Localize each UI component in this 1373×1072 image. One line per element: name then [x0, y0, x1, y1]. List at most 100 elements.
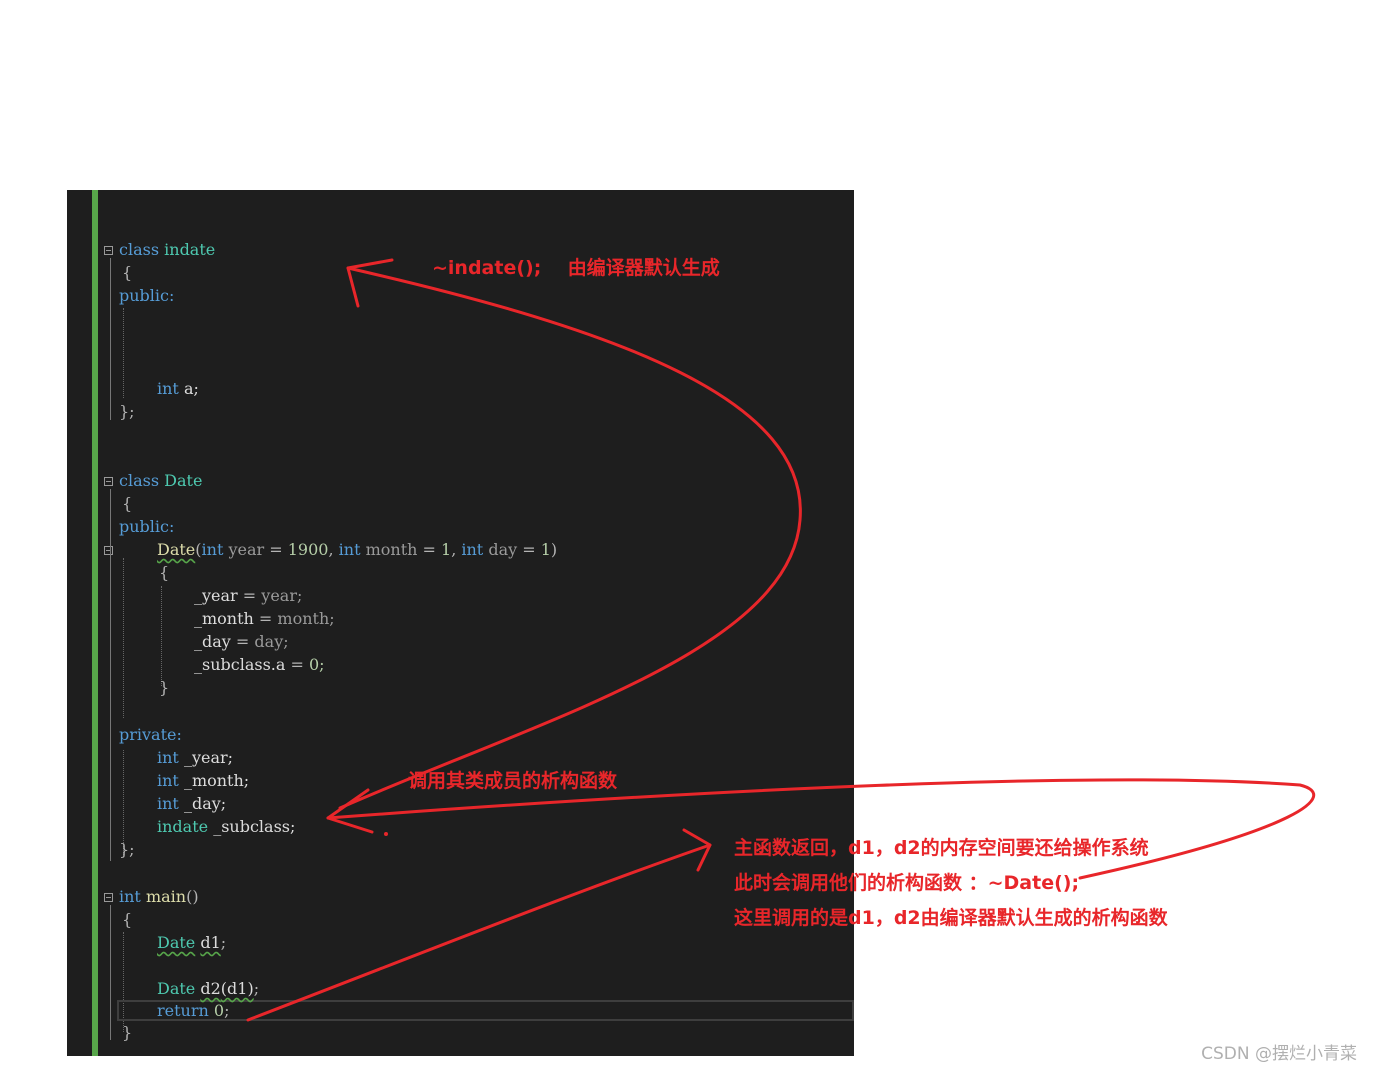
brace: { — [159, 563, 170, 582]
number: 0 — [213, 1001, 225, 1020]
param-ref: year; — [261, 586, 303, 605]
code-line[interactable]: { — [159, 562, 169, 584]
paren: () — [186, 887, 199, 906]
code-line[interactable]: return 0; — [157, 1000, 229, 1022]
collapse-icon[interactable] — [104, 546, 113, 555]
code-line[interactable]: int _day; — [157, 793, 226, 815]
annotation-member-destructor: 调用其类成员的析构函数 — [408, 770, 618, 792]
member-name: a; — [183, 379, 199, 398]
code-line[interactable]: private: — [119, 724, 182, 746]
operator: = — [230, 632, 255, 651]
code-line[interactable]: }; — [119, 401, 135, 423]
code-line[interactable]: }; — [119, 839, 135, 861]
class-name: Date — [164, 471, 203, 490]
member-ref: _month — [194, 609, 254, 628]
comma: , — [451, 540, 462, 559]
variable-name: d1 — [200, 933, 221, 952]
code-line[interactable]: int _year; — [157, 747, 233, 769]
operator: = — [517, 540, 541, 559]
indent-guide — [123, 308, 124, 398]
keyword-return: return — [157, 1001, 209, 1020]
code-line[interactable]: Date d1; — [157, 932, 226, 954]
code-line[interactable]: indate _subclass; — [157, 816, 295, 838]
comma: , — [328, 540, 339, 559]
outline-guide — [110, 258, 111, 420]
code-line[interactable]: class Date — [119, 470, 202, 492]
param-ref: month; — [277, 609, 335, 628]
type-keyword: int — [119, 887, 141, 906]
semicolon: ; — [220, 933, 227, 952]
annotation-default-destructor: ~indate(); 由编译器默认生成 — [432, 257, 720, 279]
code-line[interactable]: int a; — [157, 378, 199, 400]
brace: { — [122, 910, 133, 929]
member-ref: _day — [194, 632, 231, 651]
code-line[interactable]: _subclass.a = 0; — [194, 654, 325, 676]
operator: = — [253, 609, 278, 628]
type-keyword: int — [157, 748, 179, 767]
code-line[interactable]: { — [122, 909, 132, 931]
number: 1 — [441, 540, 452, 559]
class-name: indate — [157, 817, 209, 836]
code-line[interactable]: int main() — [119, 886, 199, 908]
indent-guide — [123, 558, 124, 718]
brace: { — [122, 494, 133, 513]
code-line[interactable]: _year = year; — [194, 585, 302, 607]
field-name: _year; — [178, 748, 234, 767]
access-specifier: public: — [119, 517, 175, 536]
keyword-class: class — [119, 471, 160, 490]
field-name: _month; — [178, 771, 250, 790]
type-keyword: int — [157, 379, 179, 398]
type-keyword: int — [201, 540, 224, 559]
number: 1 — [540, 540, 551, 559]
code-line[interactable]: } — [159, 677, 169, 699]
field-name: _day; — [178, 794, 227, 813]
access-specifier: private: — [119, 725, 182, 744]
type-keyword: int — [157, 794, 179, 813]
code-line[interactable]: public: — [119, 285, 174, 307]
collapse-icon[interactable] — [104, 893, 113, 902]
code-line[interactable]: } — [122, 1022, 132, 1044]
code-line[interactable]: class indate — [119, 239, 215, 261]
type-keyword: int — [157, 771, 179, 790]
field-name: _subclass; — [208, 817, 296, 836]
keyword-class: class — [119, 240, 160, 259]
type-keyword: int — [338, 540, 361, 559]
brace: }; — [119, 402, 135, 421]
member-ref: _subclass.a — [194, 655, 286, 674]
collapse-icon[interactable] — [104, 246, 113, 255]
number: 1900 — [287, 540, 329, 559]
code-line[interactable]: public: — [119, 516, 174, 538]
member-ref: _year — [194, 586, 238, 605]
watermark: CSDN @摆烂小青菜 — [1201, 1044, 1357, 1064]
code-line[interactable]: { — [122, 493, 132, 515]
param: month — [365, 540, 418, 559]
paren: ) — [550, 540, 558, 559]
brace: { — [122, 263, 133, 282]
constructor-name: Date — [157, 540, 196, 559]
outline-guide — [110, 905, 111, 1040]
code-line[interactable]: Date d2(d1); — [157, 978, 259, 1000]
operator: = — [417, 540, 442, 559]
class-name: Date — [157, 933, 196, 952]
brace: } — [159, 678, 170, 697]
function-name: main — [145, 887, 187, 906]
code-line[interactable]: int _month; — [157, 770, 249, 792]
param: day — [488, 540, 518, 559]
code-line[interactable]: _day = day; — [194, 631, 289, 653]
semicolon: ; — [224, 1001, 230, 1020]
param-ref: day; — [254, 632, 289, 651]
access-specifier: public: — [119, 286, 175, 305]
code-line[interactable]: Date(int year = 1900, int month = 1, int… — [157, 539, 557, 561]
semicolon: ; — [253, 979, 260, 998]
code-line[interactable]: _month = month; — [194, 608, 335, 630]
annotation-line-2: 此时会调用他们的析构函数 ：~Date(); — [734, 872, 1080, 894]
code-line[interactable]: { — [122, 262, 132, 284]
collapse-icon[interactable] — [104, 477, 113, 486]
indent-guide — [161, 586, 162, 686]
operator: = — [237, 586, 262, 605]
param: year — [228, 540, 265, 559]
brace: } — [122, 1023, 133, 1042]
outline-guide — [110, 489, 111, 861]
annotation-line-1: 主函数返回，d1，d2的内存空间要还给操作系统 — [734, 837, 1149, 859]
change-tracking-bar — [92, 190, 98, 1056]
